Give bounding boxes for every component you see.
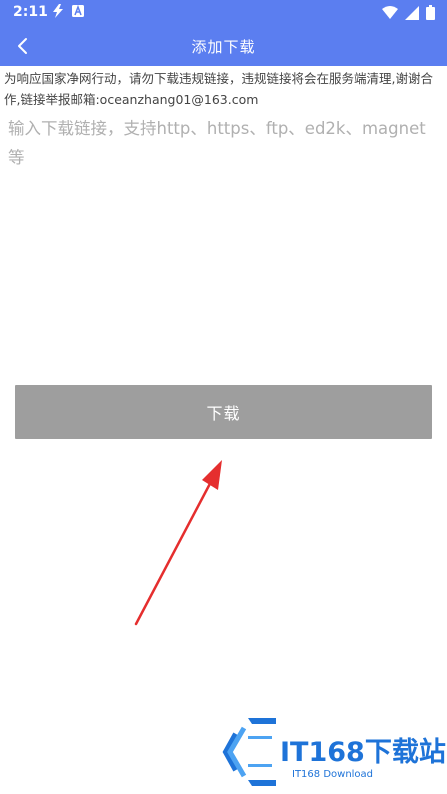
- flash-icon: [53, 4, 63, 18]
- status-time: 2:11: [13, 4, 48, 20]
- status-icons-right: [382, 5, 435, 20]
- download-url-input[interactable]: [8, 114, 440, 354]
- download-button[interactable]: 下载: [15, 385, 432, 439]
- signal-icon: [405, 5, 419, 20]
- notice-text: 为响应国家净网行动，请勿下载违规链接，违规链接将会在服务端清理,谢谢合作,链接举…: [4, 71, 433, 107]
- status-bar: 2:11: [0, 0, 447, 26]
- a-notification-icon: [72, 5, 84, 17]
- watermark-subtitle: IT168 Download: [292, 769, 374, 780]
- watermark-title: IT168下载站: [280, 737, 446, 768]
- it168-logo-icon: [222, 718, 276, 786]
- wifi-icon: [382, 5, 398, 19]
- red-arrow-annotation: [134, 460, 222, 626]
- battery-icon: [426, 5, 435, 20]
- status-icons-left: [52, 4, 84, 18]
- page-title: 添加下载: [191, 38, 256, 56]
- app-bar: 添加下载: [0, 26, 447, 66]
- watermark-logo: IT168下载站 IT168 Download: [218, 712, 446, 792]
